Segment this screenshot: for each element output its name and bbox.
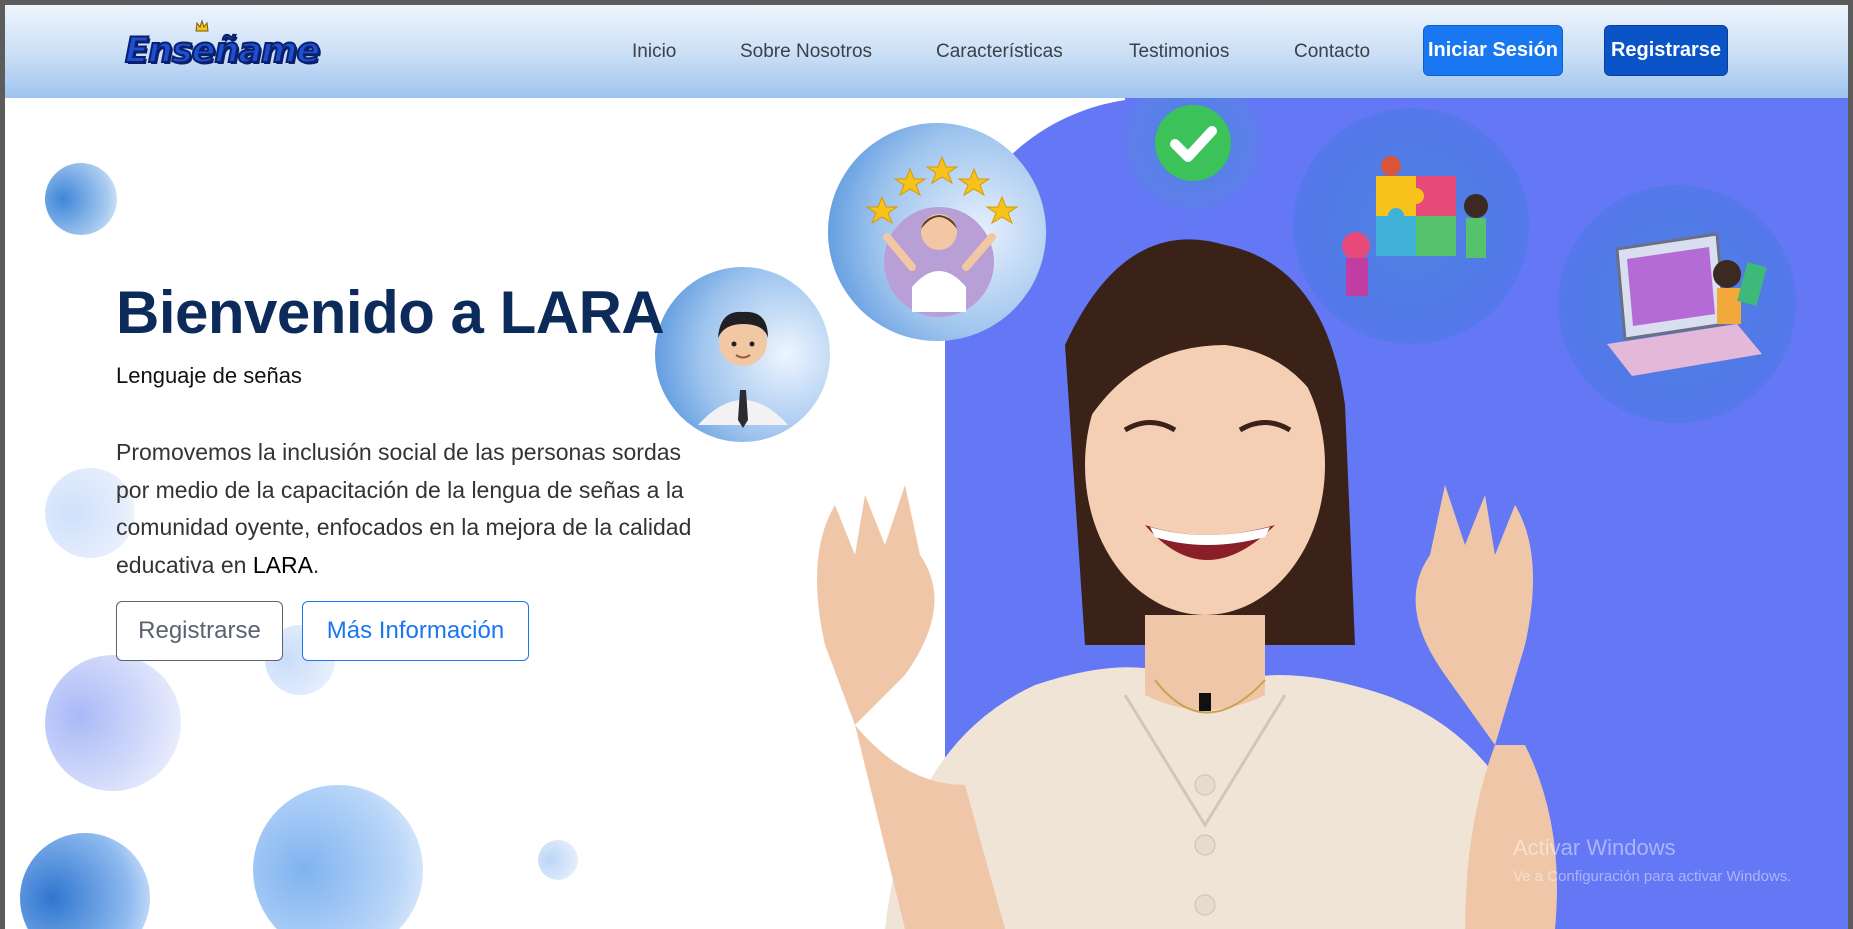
nav-link-testimonios[interactable]: Testimonios bbox=[1129, 41, 1229, 63]
hero-subtitle: Lenguaje de señas bbox=[116, 363, 302, 388]
hero-description-end: . bbox=[312, 551, 320, 578]
decor-bubble bbox=[45, 655, 181, 791]
login-button[interactable]: Iniciar Sesión bbox=[1423, 25, 1563, 76]
decor-bubble bbox=[253, 785, 423, 929]
hero-register-button[interactable]: Registrarse bbox=[116, 601, 283, 661]
nav-link-contacto[interactable]: Contacto bbox=[1294, 41, 1370, 63]
hero-title: Bienvenido a LARA bbox=[116, 279, 665, 346]
register-nav-button[interactable]: Registrarse bbox=[1604, 25, 1728, 76]
hero-woman-image bbox=[817, 239, 1557, 929]
top-navbar: Enseñame Inicio Sobre Nosotros Caracterí… bbox=[5, 5, 1848, 98]
windows-activation-subtitle: Ve a Configuración para activar Windows. bbox=[1513, 868, 1792, 885]
hero-description-text: Promovemos la inclusión social de las pe… bbox=[116, 439, 692, 578]
browser-viewport: Enseñame Inicio Sobre Nosotros Caracterí… bbox=[5, 5, 1848, 929]
more-info-button[interactable]: Más Información bbox=[302, 601, 529, 661]
nav-link-sobre-nosotros[interactable]: Sobre Nosotros bbox=[740, 41, 872, 63]
nav-link-inicio[interactable]: Inicio bbox=[632, 41, 676, 63]
hero-description-brand: LARA bbox=[252, 551, 313, 578]
brand-logo[interactable]: Enseñame bbox=[124, 30, 321, 72]
nav-link-caracteristicas[interactable]: Características bbox=[936, 41, 1063, 63]
decor-bubble bbox=[538, 840, 578, 880]
decor-bubble bbox=[45, 163, 117, 235]
decor-bubble bbox=[20, 833, 150, 929]
hero-description: Promovemos la inclusión social de las pe… bbox=[116, 434, 716, 584]
check-icon bbox=[1154, 104, 1231, 181]
windows-activation-title: Activar Windows bbox=[1513, 835, 1676, 860]
